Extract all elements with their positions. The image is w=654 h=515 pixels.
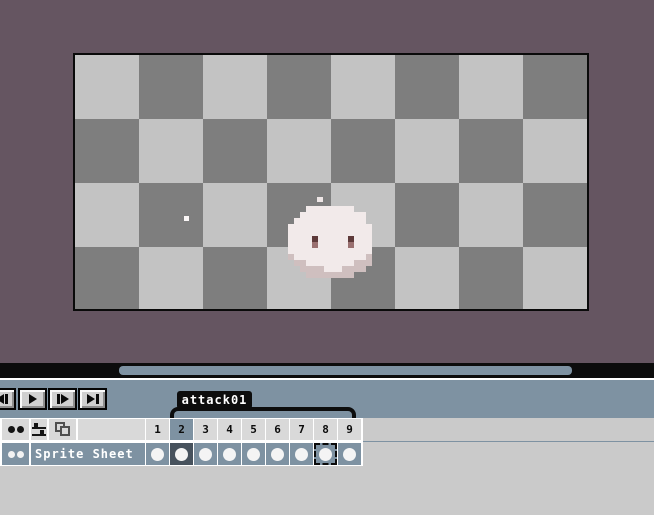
skip-backward-icon	[0, 394, 4, 404]
tag-label[interactable]: attack01	[177, 391, 252, 409]
frame-number-5[interactable]: 5	[242, 419, 265, 440]
layer-visibility-header-toggle[interactable]	[2, 419, 29, 440]
cel-content-dot	[295, 448, 308, 461]
cel-content-dot	[151, 448, 164, 461]
play-button[interactable]	[18, 388, 47, 410]
cel-content-dot	[247, 448, 260, 461]
skip-forward-bar-icon	[96, 394, 99, 404]
cel-content-dot	[199, 448, 212, 461]
cel-frame-3[interactable]	[194, 443, 217, 465]
cel-frame-5[interactable]	[242, 443, 265, 465]
cel-frame-4[interactable]	[218, 443, 241, 465]
cel-content-dot	[175, 448, 188, 461]
frame-number-8[interactable]: 8	[314, 419, 337, 440]
cel-content-dot	[343, 448, 356, 461]
cel-frame-1[interactable]	[146, 443, 169, 465]
cel-frame-9[interactable]	[338, 443, 361, 465]
play-from-start-button[interactable]	[48, 388, 77, 410]
onion-skin-button[interactable]	[49, 419, 76, 440]
sprite-pixel	[348, 272, 354, 278]
skip-backward-bar-icon	[5, 394, 8, 404]
bar-play-bar-icon	[57, 394, 60, 404]
frame-number-6[interactable]: 6	[266, 419, 289, 440]
frame-number-7[interactable]: 7	[290, 419, 313, 440]
sprite-pixel	[366, 260, 372, 266]
overlap-squares-icon	[54, 422, 71, 437]
timeline-header-row: 123456789	[0, 418, 654, 441]
cel-content-dot	[319, 448, 332, 461]
horizontal-scrollbar[interactable]	[0, 363, 654, 378]
bar-play-icon	[61, 394, 69, 404]
cel-frame-7[interactable]	[290, 443, 313, 465]
layer-row: Sprite Sheet	[0, 442, 654, 466]
header-spacer	[78, 419, 145, 440]
cel-content-dot	[223, 448, 236, 461]
sprite-pixel	[360, 266, 366, 272]
frame-number-1[interactable]: 1	[146, 419, 169, 440]
cel-content-dot	[271, 448, 284, 461]
cel-frame-2[interactable]	[170, 443, 193, 465]
eyes-visible-icon	[2, 443, 29, 465]
white-speck	[184, 216, 189, 221]
layer-visibility-toggle[interactable]	[2, 443, 29, 465]
timeline-settings-button[interactable]	[31, 419, 47, 440]
frame-number-2[interactable]: 2	[170, 419, 193, 440]
go-to-first-frame-button[interactable]	[0, 388, 16, 410]
cel-frame-6[interactable]	[266, 443, 289, 465]
skip-forward-icon	[87, 394, 95, 404]
timeline-panel: attack01 1234567	[0, 380, 654, 515]
frame-number-4[interactable]: 4	[218, 419, 241, 440]
eyes-visibility-icon	[2, 419, 29, 440]
frame-number-9[interactable]: 9	[338, 419, 361, 440]
sliders-settings-icon	[32, 423, 46, 436]
editor-window: attack01 1234567	[0, 0, 654, 515]
sprite-canvas[interactable]	[73, 53, 589, 311]
play-icon	[29, 394, 37, 404]
cel-frame-8[interactable]	[314, 443, 337, 465]
frame-number-3[interactable]: 3	[194, 419, 217, 440]
horizontal-scrollbar-thumb[interactable]	[119, 366, 572, 375]
timeline-empty-area	[0, 466, 654, 515]
droplet-pixel	[317, 197, 323, 202]
go-to-last-frame-button[interactable]	[78, 388, 107, 410]
layer-name[interactable]: Sprite Sheet	[31, 443, 145, 465]
